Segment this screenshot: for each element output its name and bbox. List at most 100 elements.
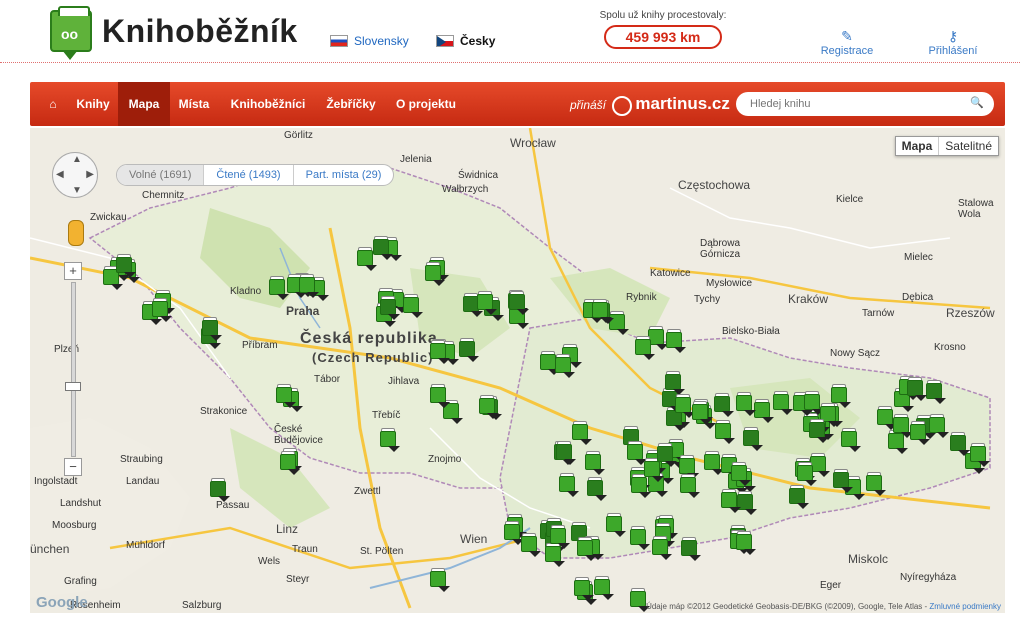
book-marker[interactable] — [715, 420, 735, 444]
book-marker[interactable] — [202, 317, 222, 341]
book-marker[interactable] — [555, 354, 575, 378]
book-marker[interactable] — [380, 296, 400, 320]
book-marker[interactable] — [866, 472, 886, 496]
book-marker[interactable] — [789, 485, 809, 509]
book-marker[interactable] — [910, 421, 930, 445]
pegman-icon[interactable] — [68, 220, 84, 246]
book-marker[interactable] — [380, 428, 400, 452]
book-marker[interactable] — [373, 236, 393, 260]
nav-item-knihobeznici[interactable]: Knihoběžníci — [220, 82, 316, 126]
terms-link[interactable]: Zmluvné podmienky — [929, 602, 1001, 611]
book-marker[interactable] — [430, 568, 450, 592]
book-marker[interactable] — [152, 298, 172, 322]
book-marker[interactable] — [210, 478, 230, 502]
book-marker[interactable] — [841, 428, 861, 452]
book-marker[interactable] — [721, 489, 741, 513]
book-marker[interactable] — [680, 474, 700, 498]
book-marker[interactable] — [704, 451, 724, 475]
book-marker[interactable] — [736, 392, 756, 416]
filter-part-mista[interactable]: Part. místa (29) — [294, 165, 394, 185]
book-marker[interactable] — [116, 254, 136, 278]
book-marker[interactable] — [630, 526, 650, 550]
book-marker[interactable] — [731, 462, 751, 486]
book-marker[interactable] — [652, 536, 672, 560]
login-button[interactable]: ⚷ Přihlášení — [918, 28, 988, 57]
brand-link[interactable]: přináší martinus.cz — [570, 82, 730, 126]
book-marker[interactable] — [635, 336, 655, 360]
book-marker[interactable] — [594, 576, 614, 600]
zoom-out-button[interactable]: − — [64, 458, 82, 476]
lang-czech[interactable]: Česky — [436, 34, 495, 48]
book-marker[interactable] — [831, 384, 851, 408]
filter-volne[interactable]: Volné (1691) — [117, 165, 205, 185]
book-marker[interactable] — [926, 380, 946, 404]
book-marker[interactable] — [630, 588, 650, 612]
book-marker[interactable] — [269, 276, 289, 300]
book-marker[interactable] — [459, 338, 479, 362]
book-marker[interactable] — [877, 406, 897, 430]
pan-up-icon[interactable]: ▲ — [72, 154, 82, 165]
map-canvas[interactable]: Česká republika (Czech Republic) Praha W… — [30, 128, 1005, 613]
lang-czech-label[interactable]: Česky — [460, 34, 495, 48]
book-marker[interactable] — [665, 371, 685, 395]
book-marker[interactable] — [893, 414, 913, 438]
book-marker[interactable] — [692, 401, 712, 425]
book-marker[interactable] — [675, 394, 695, 418]
book-marker[interactable] — [559, 473, 579, 497]
nav-item-mapa[interactable]: Mapa — [118, 82, 170, 126]
lang-slovak-label[interactable]: Slovensky — [354, 34, 409, 48]
book-marker[interactable] — [280, 451, 300, 475]
book-marker[interactable] — [681, 537, 701, 561]
pan-down-icon[interactable]: ▼ — [72, 185, 82, 196]
book-marker[interactable] — [477, 291, 497, 315]
nav-item-o-projektu[interactable]: O projektu — [386, 82, 466, 126]
book-marker[interactable] — [833, 469, 853, 493]
book-marker[interactable] — [521, 533, 541, 557]
filter-ctene[interactable]: Čtené (1493) — [204, 165, 294, 185]
book-marker[interactable] — [809, 419, 829, 443]
pan-right-icon[interactable]: ▶ — [86, 169, 94, 180]
book-marker[interactable] — [907, 377, 927, 401]
book-marker[interactable] — [627, 441, 647, 465]
book-marker[interactable] — [666, 329, 686, 353]
book-marker[interactable] — [577, 537, 597, 561]
book-marker[interactable] — [574, 577, 594, 601]
map-type-mapa[interactable]: Mapa — [896, 137, 940, 155]
zoom-slider-handle[interactable] — [65, 382, 81, 391]
book-marker[interactable] — [299, 274, 319, 298]
book-marker[interactable] — [679, 455, 699, 479]
book-marker[interactable] — [657, 443, 677, 467]
book-marker[interactable] — [804, 391, 824, 415]
book-marker[interactable] — [509, 291, 529, 315]
book-marker[interactable] — [736, 531, 756, 555]
book-marker[interactable] — [754, 399, 774, 423]
book-marker[interactable] — [403, 294, 423, 318]
nav-item-mista[interactable]: Místa — [170, 82, 218, 126]
site-logo[interactable]: oo Knihoběžník — [50, 6, 298, 60]
book-marker[interactable] — [430, 340, 450, 364]
book-marker[interactable] — [797, 462, 817, 486]
book-marker[interactable] — [950, 432, 970, 456]
book-marker[interactable] — [540, 351, 560, 375]
book-marker[interactable] — [929, 414, 949, 438]
home-icon[interactable]: ⌂ — [38, 82, 68, 126]
search-icon[interactable]: 🔍 — [970, 96, 984, 109]
zoom-slider-track[interactable] — [71, 282, 76, 457]
register-button[interactable]: ✎ Registrace — [812, 28, 882, 57]
book-marker[interactable] — [504, 521, 524, 545]
pan-left-icon[interactable]: ◀ — [56, 169, 64, 180]
book-marker[interactable] — [592, 299, 612, 323]
book-marker[interactable] — [425, 262, 445, 286]
book-marker[interactable] — [773, 391, 793, 415]
lang-slovak[interactable]: Slovensky — [330, 34, 409, 48]
pan-control[interactable]: ▲ ▼ ◀ ▶ — [52, 152, 98, 198]
book-marker[interactable] — [714, 393, 734, 417]
book-marker[interactable] — [479, 395, 499, 419]
book-marker[interactable] — [743, 427, 763, 451]
book-marker[interactable] — [357, 247, 377, 271]
map-type-satelit[interactable]: Satelitné — [939, 137, 998, 155]
book-marker[interactable] — [556, 441, 576, 465]
book-marker[interactable] — [430, 384, 450, 408]
book-marker[interactable] — [276, 384, 296, 408]
book-marker[interactable] — [572, 421, 592, 445]
